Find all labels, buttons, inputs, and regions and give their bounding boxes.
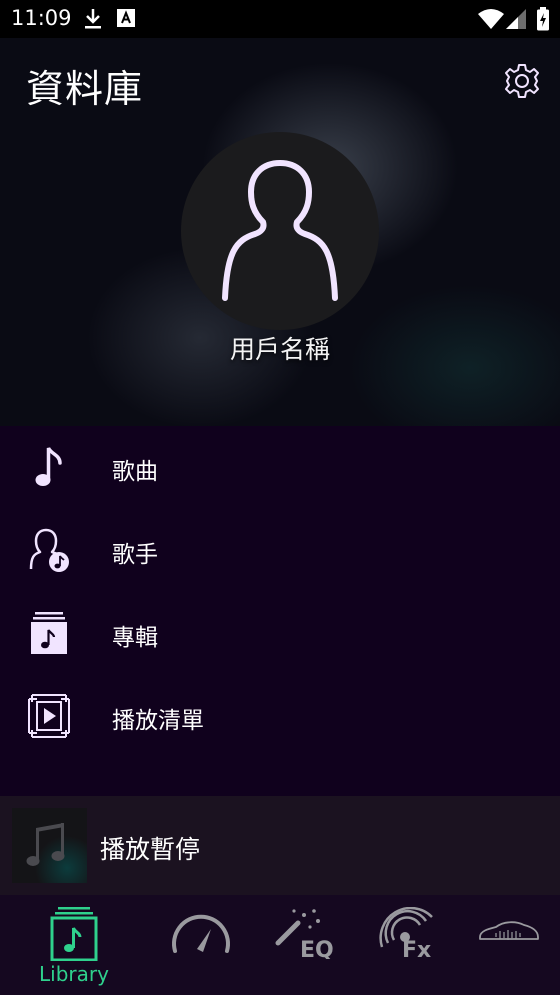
page-title: 資料庫 — [26, 67, 144, 111]
fx-signal-icon: Fx — [378, 906, 436, 963]
signal-icon — [506, 9, 526, 33]
car-icon — [476, 917, 542, 951]
artist-icon — [26, 527, 72, 573]
menu-label: 歌曲 — [112, 459, 158, 485]
battery-icon — [536, 7, 550, 35]
avatar[interactable] — [181, 132, 379, 330]
album-art[interactable] — [12, 808, 87, 883]
nav-item-car[interactable] — [460, 895, 560, 995]
menu-item-playlists[interactable]: 播放清單 — [0, 675, 560, 758]
music-note-icon — [26, 444, 72, 490]
svg-text:EQ: EQ — [300, 938, 334, 959]
nav-label: Library — [39, 962, 109, 986]
eq-magic-icon: EQ — [274, 905, 334, 963]
username[interactable]: 用戶名稱 — [0, 330, 560, 366]
playlist-icon — [26, 693, 72, 739]
download-icon — [84, 8, 102, 34]
menu-label: 播放清單 — [112, 708, 204, 734]
menu-label: 專輯 — [112, 625, 158, 651]
text-a-icon — [117, 9, 135, 31]
bottom-nav: Library EQ Fx — [0, 895, 560, 995]
now-playing-status: 播放暫停 — [100, 835, 201, 864]
library-icon — [50, 903, 98, 965]
gear-icon[interactable] — [503, 62, 541, 100]
menu-item-artists[interactable]: 歌手 — [0, 509, 560, 592]
library-header: 資料庫 用戶名稱 — [0, 38, 560, 426]
status-time: 11:09 — [11, 6, 72, 30]
wifi-icon — [478, 9, 504, 33]
svg-text:Fx: Fx — [402, 938, 431, 959]
now-playing-bar[interactable]: 播放暫停 — [0, 796, 560, 895]
music-note-icon — [26, 823, 65, 866]
album-icon — [26, 610, 72, 656]
menu-item-albums[interactable]: 專輯 — [0, 592, 560, 675]
nav-item-speed[interactable] — [150, 895, 250, 995]
nav-item-fx[interactable]: Fx — [356, 895, 456, 995]
menu-label: 歌手 — [112, 542, 158, 568]
nav-item-library[interactable]: Library — [24, 895, 124, 995]
nav-item-eq[interactable]: EQ — [252, 895, 352, 995]
user-silhouette-icon — [222, 160, 338, 301]
speedometer-icon — [170, 909, 232, 959]
status-bar: 11:09 — [0, 0, 560, 38]
menu-item-songs[interactable]: 歌曲 — [0, 426, 560, 509]
